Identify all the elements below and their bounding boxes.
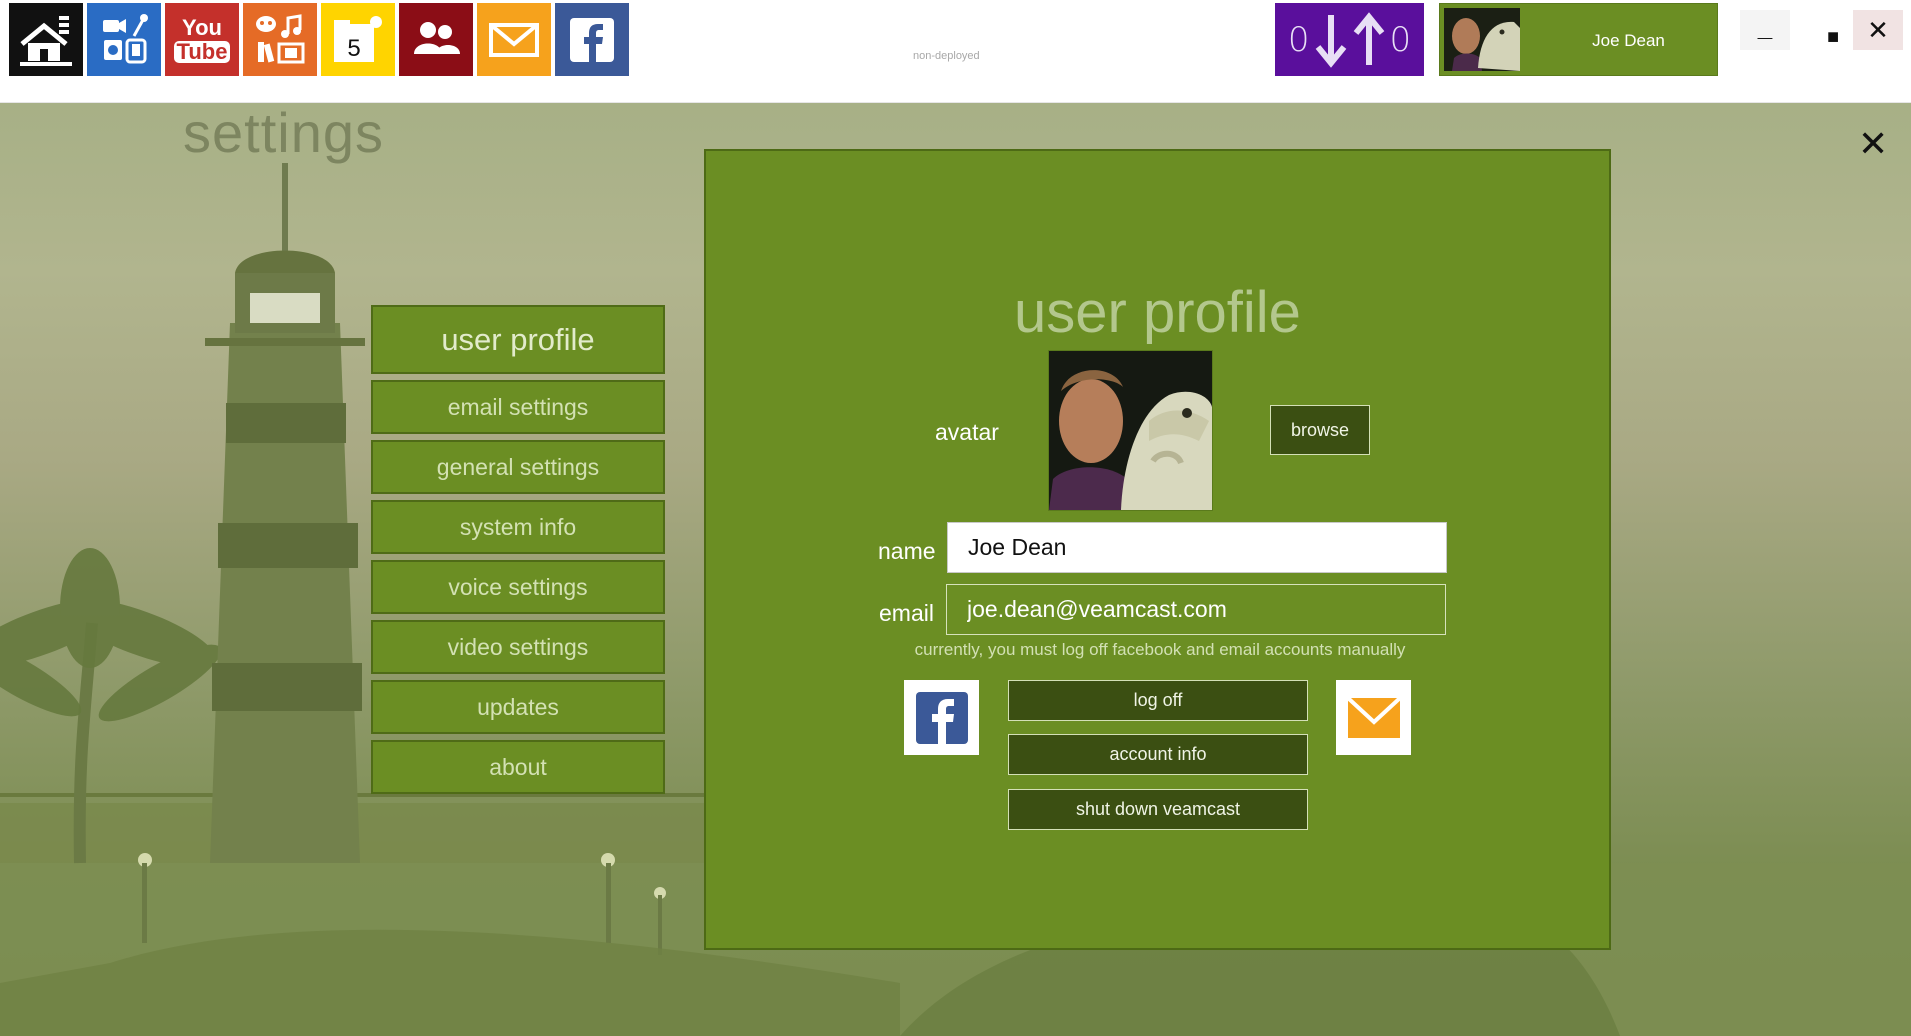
avatar-label: avatar [935, 419, 999, 445]
calendar-tile[interactable]: 5 [321, 3, 395, 76]
home-tile[interactable] [9, 3, 83, 76]
shut-down-button[interactable]: shut down veamcast [1008, 789, 1308, 830]
facebook-icon [915, 691, 968, 744]
media-devices-icon [103, 13, 148, 63]
browse-button[interactable]: browse [1270, 405, 1370, 455]
upload-count: 0 [1389, 19, 1412, 60]
mail-icon [1346, 696, 1401, 738]
page-title: settings [183, 101, 384, 164]
menu-item-about[interactable]: about [371, 740, 665, 794]
facebook-tile[interactable] [555, 3, 629, 76]
entertainment-icon [256, 13, 305, 63]
youtube-icon: You Tube [173, 14, 231, 63]
media-devices-tile[interactable] [87, 3, 161, 76]
user-tile[interactable]: Joe Dean [1439, 3, 1718, 76]
facebook-account-button[interactable] [904, 680, 979, 755]
email-input[interactable] [946, 584, 1446, 635]
contacts-tile[interactable] [399, 3, 473, 76]
mail-tile[interactable] [477, 3, 551, 76]
close-settings-button[interactable]: ✕ [1858, 123, 1888, 165]
contacts-icon [414, 21, 460, 54]
user-name: Joe Dean [1592, 31, 1665, 50]
close-window-button[interactable]: ✕ [1853, 10, 1903, 50]
email-label: email [879, 600, 934, 626]
calendar-icon: 5 [334, 15, 382, 62]
youtube-tile[interactable]: You Tube [165, 3, 239, 76]
close-icon: ✕ [1867, 14, 1889, 45]
entertainment-tile[interactable] [243, 3, 317, 76]
home-icon [20, 15, 72, 66]
download-count: 0 [1287, 19, 1310, 60]
account-info-button[interactable]: account info [1008, 734, 1308, 775]
maximize-icon: ■ [1826, 25, 1840, 48]
log-off-button[interactable]: log off [1008, 680, 1308, 721]
youtube-tube-text: Tube [173, 40, 231, 63]
maximize-button[interactable]: ■ [1808, 10, 1858, 50]
arrow-down-icon [1315, 14, 1346, 68]
panel-title: user profile [1014, 280, 1301, 345]
transfer-status-tile[interactable]: 0 0 [1275, 3, 1424, 76]
minimize-button[interactable]: _ [1740, 10, 1790, 50]
menu-item-email-settings[interactable]: email settings [371, 380, 665, 434]
arrow-up-icon [1353, 11, 1384, 65]
minimize-icon: _ [1757, 11, 1773, 42]
menu-item-updates[interactable]: updates [371, 680, 665, 734]
name-input[interactable] [947, 522, 1447, 573]
youtube-you-text: You [182, 14, 222, 40]
menu-item-general-settings[interactable]: general settings [371, 440, 665, 494]
logoff-note: currently, you must log off facebook and… [914, 640, 1406, 659]
mail-icon [489, 22, 539, 57]
user-avatar-thumbnail [1444, 8, 1520, 71]
facebook-icon [570, 17, 614, 62]
menu-item-voice-settings[interactable]: voice settings [371, 560, 665, 614]
menu-item-system-info[interactable]: system info [371, 500, 665, 554]
avatar-image [1048, 350, 1213, 511]
name-label: name [878, 538, 936, 564]
menu-item-video-settings[interactable]: video settings [371, 620, 665, 674]
deploy-status: non-deployed [913, 50, 980, 62]
calendar-day-text: 5 [347, 35, 360, 62]
menu-item-user-profile[interactable]: user profile [371, 305, 665, 374]
email-account-button[interactable] [1336, 680, 1411, 755]
top-bar: You Tube 5 non-deployed 0 0 Joe Dean _ ■… [0, 0, 1911, 103]
